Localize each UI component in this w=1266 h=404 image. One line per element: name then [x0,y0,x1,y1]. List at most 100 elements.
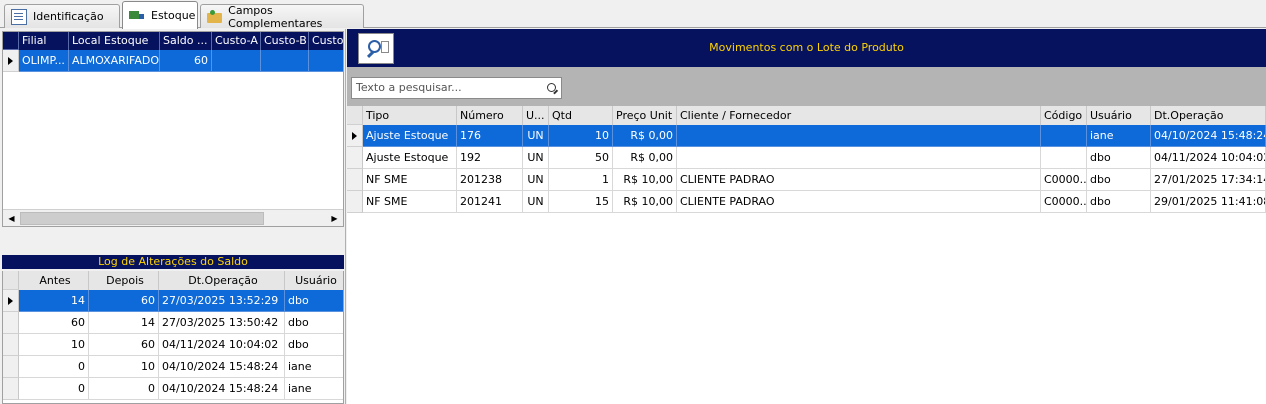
scroll-thumb[interactable] [20,212,264,225]
cell-unidade[interactable]: UN [523,125,549,147]
stock-grid[interactable]: Filial Local Estoque Saldo ... Custo-A C… [2,31,344,227]
cell-antes[interactable]: 10 [19,334,89,356]
cell-numero[interactable]: 192 [457,147,523,169]
row-indicator [347,125,363,147]
cell-depois[interactable]: 10 [89,356,159,378]
cell-codigo[interactable]: C0000... [1041,169,1087,191]
cell-tipo[interactable]: Ajuste Estoque [363,125,457,147]
cell-preco-unit[interactable]: R$ 10,00 [613,169,677,191]
column-header[interactable]: Número [457,106,523,125]
cell-depois[interactable]: 60 [89,334,159,356]
tab-estoque[interactable]: Estoque [122,1,198,29]
row-indicator [3,290,19,312]
cell-custo-a[interactable] [212,50,261,72]
column-header[interactable]: Antes [19,271,89,290]
column-header[interactable]: Preço Unit [613,106,677,125]
cell-tipo[interactable]: Ajuste Estoque [363,147,457,169]
cell-usuario[interactable]: iane [285,378,343,400]
cell-usuario[interactable]: iane [285,356,343,378]
cell-filial[interactable]: OLIMP... [19,50,69,72]
cell-custo-b[interactable] [261,50,309,72]
view-document-button[interactable] [358,33,394,64]
cell-cliente-fornecedor[interactable]: CLIENTE PADRAO [677,191,1041,213]
cell-unidade[interactable]: UN [523,169,549,191]
cell-depois[interactable]: 60 [89,290,159,312]
movements-grid[interactable]: Tipo Número U... Qtd Preço Unit Cliente … [347,106,1266,404]
horizontal-scrollbar[interactable]: ◀ ▶ [3,209,343,226]
tab-campos-complementares[interactable]: Campos Complementares [200,4,364,30]
cell-antes[interactable]: 0 [19,378,89,400]
cell-numero[interactable]: 201241 [457,191,523,213]
cell-dt-operacao[interactable]: 27/01/2025 17:34:14 [1151,169,1266,191]
cell-usuario[interactable]: dbo [285,312,343,334]
cell-qtd[interactable]: 1 [549,169,613,191]
cell-codigo[interactable]: C0000... [1041,191,1087,213]
cell-saldo[interactable]: 60 [160,50,212,72]
cell-dt-operacao[interactable]: 04/11/2024 10:04:02 [1151,147,1266,169]
cell-cliente-fornecedor[interactable]: CLIENTE PADRAO [677,169,1041,191]
cell-usuario[interactable]: iane [1087,125,1151,147]
cell-qtd[interactable]: 15 [549,191,613,213]
column-header[interactable]: U... [523,106,549,125]
column-header[interactable]: Cliente / Fornecedor [677,106,1041,125]
cell-antes[interactable]: 14 [19,290,89,312]
cell-codigo[interactable] [1041,147,1087,169]
cell-dt-operacao[interactable]: 04/10/2024 15:48:24 [159,356,285,378]
cell-dt-operacao[interactable]: 04/10/2024 15:48:24 [159,378,285,400]
movements-title: Movimentos com o Lote do Produto [709,41,904,54]
cell-custo[interactable] [309,50,343,72]
cell-preco-unit[interactable]: R$ 10,00 [613,191,677,213]
cell-tipo[interactable]: NF SME [363,191,457,213]
cell-usuario[interactable]: dbo [1087,169,1151,191]
column-header[interactable]: Dt.Operação [1151,106,1266,125]
cell-usuario[interactable]: dbo [1087,191,1151,213]
cell-antes[interactable]: 0 [19,356,89,378]
cell-usuario[interactable]: dbo [285,290,343,312]
cell-local-estoque[interactable]: ALMOXARIFADO [69,50,160,72]
search-input[interactable]: Texto a pesquisar... [351,77,562,99]
column-header[interactable]: Dt.Operação [159,271,285,290]
cell-dt-operacao[interactable]: 29/01/2025 11:41:08 [1151,191,1266,213]
column-header[interactable]: Custo-A [212,32,261,50]
cell-dt-operacao[interactable]: 27/03/2025 13:52:29 [159,290,285,312]
cell-unidade[interactable]: UN [523,191,549,213]
cell-qtd[interactable]: 50 [549,147,613,169]
column-header[interactable]: Filial [19,32,69,50]
column-header[interactable]: Qtd [549,106,613,125]
cell-usuario[interactable]: dbo [285,334,343,356]
column-header[interactable]: Saldo ... [160,32,212,50]
column-header[interactable]: Local Estoque [69,32,160,50]
cell-numero[interactable]: 201238 [457,169,523,191]
column-header[interactable]: Usuário [1087,106,1151,125]
column-header[interactable]: Custo-B [261,32,309,50]
cell-antes[interactable]: 60 [19,312,89,334]
cell-cliente-fornecedor[interactable] [677,125,1041,147]
cell-dt-operacao[interactable]: 27/03/2025 13:50:42 [159,312,285,334]
cell-codigo[interactable] [1041,125,1087,147]
column-header[interactable]: Tipo [363,106,457,125]
cell-preco-unit[interactable]: R$ 0,00 [613,125,677,147]
movements-header: Movimentos com o Lote do Produto [347,29,1266,67]
tab-identificacao[interactable]: Identificação [4,4,120,28]
column-header[interactable]: Depois [89,271,159,290]
cell-usuario[interactable]: dbo [1087,147,1151,169]
tab-label: Estoque [151,9,196,22]
column-header[interactable]: Código [1041,106,1087,125]
cell-tipo[interactable]: NF SME [363,169,457,191]
log-grid[interactable]: Antes Depois Dt.Operação Usuário 14 60 2… [2,271,344,404]
cell-preco-unit[interactable]: R$ 0,00 [613,147,677,169]
scroll-right-icon[interactable]: ▶ [326,210,343,226]
cell-cliente-fornecedor[interactable] [677,147,1041,169]
cell-numero[interactable]: 176 [457,125,523,147]
cell-dt-operacao[interactable]: 04/11/2024 10:04:02 [159,334,285,356]
grid-corner [347,106,363,125]
cell-qtd[interactable]: 10 [549,125,613,147]
cell-depois[interactable]: 0 [89,378,159,400]
column-header[interactable]: Custo- [309,32,343,50]
cell-unidade[interactable]: UN [523,147,549,169]
cell-dt-operacao[interactable]: 04/10/2024 15:48:24 [1151,125,1266,147]
scroll-left-icon[interactable]: ◀ [3,210,20,226]
column-header[interactable]: Usuário [285,271,343,290]
row-indicator [347,169,363,191]
cell-depois[interactable]: 14 [89,312,159,334]
